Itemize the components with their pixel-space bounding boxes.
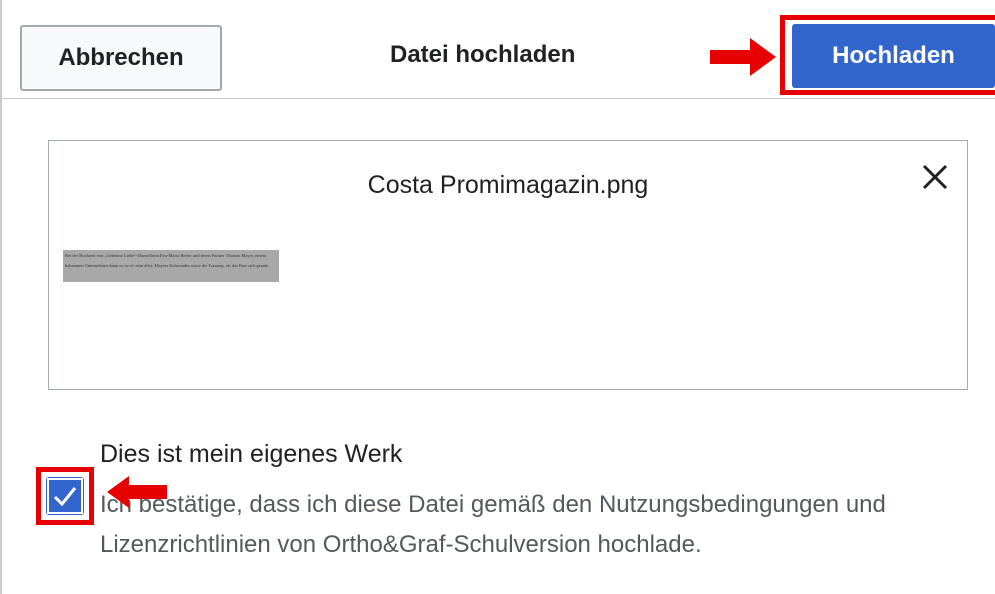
header-divider <box>0 98 995 99</box>
dialog-title: Datei hochladen <box>390 41 576 68</box>
own-work-label: Dies ist mein eigenes Werk <box>100 440 403 468</box>
upload-button[interactable]: Hochladen <box>792 24 995 88</box>
file-preview-card: Costa Promimagazin.png Bei der Hochzeit … <box>48 140 968 390</box>
close-icon[interactable] <box>921 163 949 191</box>
annotation-arrow-right-icon <box>710 38 776 76</box>
file-thumbnail: Bei der Hochzeit von „Geheime Liebe“-Dar… <box>63 250 279 282</box>
own-work-confirmation: Ich bestätige, dass ich diese Datei gemä… <box>100 491 886 558</box>
file-name: Costa Promimagazin.png <box>367 171 649 199</box>
cancel-button[interactable]: Abbrechen <box>20 25 222 91</box>
own-work-checkbox[interactable] <box>46 477 84 515</box>
annotation-arrow-left-icon <box>107 476 167 508</box>
check-icon <box>47 478 83 514</box>
dialog-left-border <box>0 0 2 594</box>
